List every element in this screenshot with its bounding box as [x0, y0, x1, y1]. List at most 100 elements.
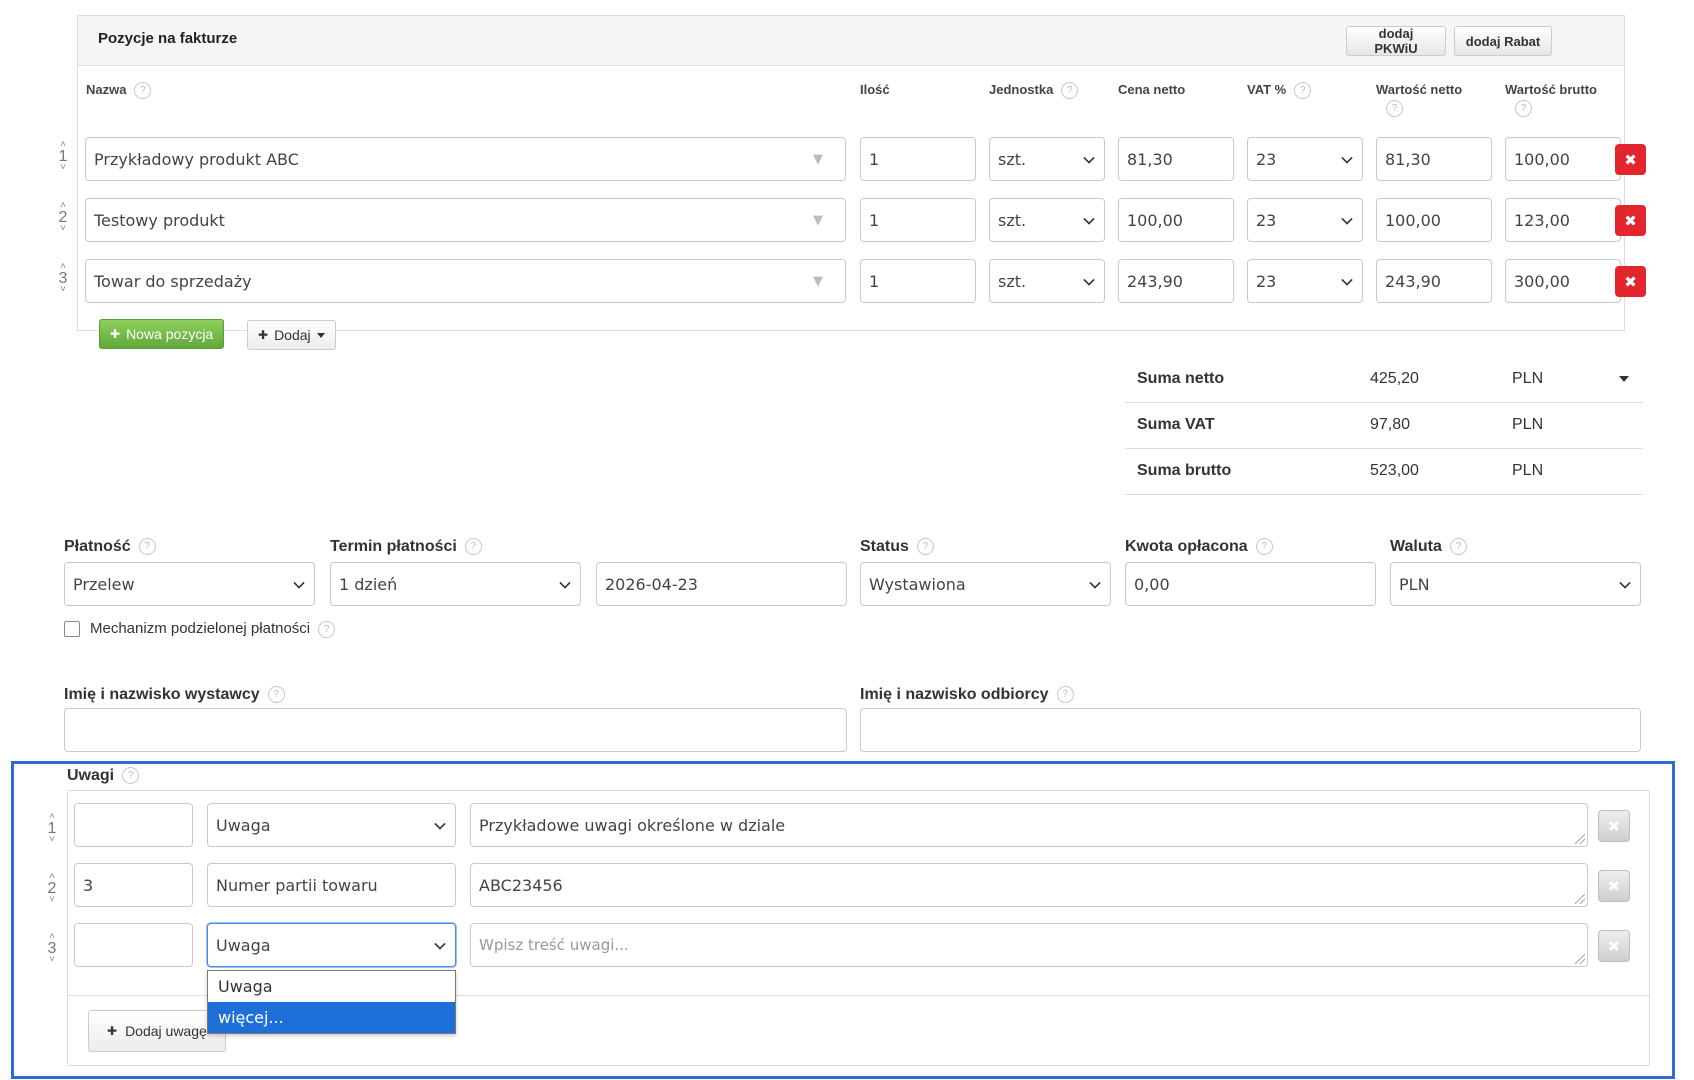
note-type-input[interactable]: Numer partii towaru [207, 863, 456, 907]
help-icon[interactable]: ? [1061, 82, 1079, 100]
totals-row: Suma brutto 523,00 PLN [1125, 449, 1643, 495]
note-code-input[interactable]: 3 [74, 863, 193, 907]
item-unit-select[interactable]: szt. [989, 259, 1105, 303]
add-discount-button[interactable]: dodaj Rabat [1454, 26, 1552, 56]
recipient-label: Imię i nazwisko odbiorcy? [860, 686, 1074, 704]
help-icon[interactable]: ? [1449, 538, 1467, 556]
item-gross-value-input[interactable]: 300,00 [1505, 259, 1621, 303]
arrow-down-icon[interactable]: ˅ [55, 285, 71, 295]
help-icon[interactable]: ? [267, 686, 285, 704]
help-icon[interactable]: ? [916, 538, 934, 556]
item-net-value-input[interactable]: 100,00 [1376, 198, 1492, 242]
note-text-area[interactable]: Przykładowe uwagi określone w dziale [470, 803, 1588, 847]
help-icon[interactable]: ? [318, 620, 336, 638]
row-reorder-control[interactable]: ˄ 2 ˅ [44, 872, 60, 905]
total-value: 523,00 [1370, 462, 1419, 479]
delete-item-button[interactable]: ✖ [1615, 266, 1646, 297]
status-label-text: Status [860, 538, 909, 555]
chevron-down-icon [1083, 274, 1095, 286]
triangle-down-icon[interactable]: ▼ [813, 152, 823, 167]
arrow-down-icon[interactable]: ˅ [55, 163, 71, 173]
item-qty-input[interactable]: 1 [860, 137, 976, 181]
item-name-input[interactable]: Towar do sprzedaży ▼ [85, 259, 846, 303]
help-icon[interactable]: ? [1515, 100, 1532, 117]
item-unit-select[interactable]: szt. [989, 198, 1105, 242]
resize-handle-icon[interactable] [1575, 894, 1585, 904]
arrow-down-icon[interactable]: ˅ [44, 835, 60, 845]
item-vat-select[interactable]: 23 [1247, 137, 1363, 181]
payment-method-select[interactable]: Przelew [64, 562, 315, 606]
delete-item-button[interactable]: ✖ [1615, 205, 1646, 236]
dropdown-option-selected[interactable]: więcej... [208, 1002, 455, 1033]
row-reorder-control[interactable]: ˄ 1 ˅ [55, 140, 71, 173]
arrow-down-icon[interactable]: ˅ [55, 224, 71, 234]
item-gross-value-input[interactable]: 100,00 [1505, 137, 1621, 181]
item-qty-input[interactable]: 1 [860, 198, 976, 242]
split-payment-checkbox[interactable] [64, 621, 80, 637]
resize-handle-icon[interactable] [1575, 954, 1585, 964]
item-net-value-input[interactable]: 243,90 [1376, 259, 1492, 303]
payment-term-select[interactable]: 1 dzień [330, 562, 581, 606]
help-icon[interactable]: ? [134, 82, 152, 100]
delete-note-button[interactable]: ✖ [1598, 930, 1630, 962]
help-icon[interactable]: ? [1386, 100, 1403, 117]
help-icon[interactable]: ? [1056, 686, 1074, 704]
arrow-down-icon[interactable]: ˅ [44, 895, 60, 905]
help-icon[interactable]: ? [138, 538, 156, 556]
add-dropdown-button[interactable]: ✚ Dodaj [247, 320, 336, 350]
note-text-area[interactable]: Wpisz treść uwagi... [470, 923, 1588, 967]
split-payment-label-text: Mechanizm podzielonej płatności [90, 620, 311, 637]
item-vat-select[interactable]: 23 [1247, 259, 1363, 303]
triangle-down-icon[interactable]: ▼ [813, 213, 823, 228]
paid-amount-input[interactable]: 0,00 [1125, 562, 1376, 606]
chevron-down-icon [1619, 577, 1631, 589]
new-item-button[interactable]: ✚ Nowa pozycja [99, 319, 225, 349]
due-date-input[interactable]: 2026-04-23 [596, 562, 847, 606]
item-unit-select[interactable]: szt. [989, 137, 1105, 181]
delete-note-button[interactable]: ✖ [1598, 870, 1630, 902]
add-pkwiu-button[interactable]: dodaj PKWiU [1346, 26, 1446, 56]
caret-down-icon[interactable] [1619, 376, 1629, 382]
item-vat-select[interactable]: 23 [1247, 198, 1363, 242]
help-icon[interactable]: ? [122, 767, 140, 785]
item-unit-value: szt. [998, 149, 1027, 169]
row-reorder-control[interactable]: ˄ 3 ˅ [55, 262, 71, 295]
row-reorder-control[interactable]: ˄ 2 ˅ [55, 201, 71, 234]
status-select[interactable]: Wystawiona [860, 562, 1111, 606]
note-code-input[interactable] [74, 803, 193, 847]
resize-handle-icon[interactable] [1575, 834, 1585, 844]
column-header-net-value: Wartość netto? [1376, 82, 1486, 117]
item-gross-value-input[interactable]: 123,00 [1505, 198, 1621, 242]
help-icon[interactable]: ? [464, 538, 482, 556]
chevron-down-icon [1341, 152, 1353, 164]
dropdown-option[interactable]: Uwaga [208, 971, 455, 1002]
add-note-button[interactable]: ✚ Dodaj uwagę [88, 1010, 226, 1052]
row-reorder-control[interactable]: ˄ 1 ˅ [44, 812, 60, 845]
item-net-price-input[interactable]: 81,30 [1118, 137, 1234, 181]
help-icon[interactable]: ? [1255, 538, 1273, 556]
arrow-down-icon[interactable]: ˅ [44, 955, 60, 965]
note-text-area[interactable]: ABC23456 [470, 863, 1588, 907]
delete-note-button[interactable]: ✖ [1598, 810, 1630, 842]
payment-term-value: 1 dzień [339, 574, 398, 594]
delete-item-button[interactable]: ✖ [1615, 144, 1646, 175]
note-type-select[interactable]: Uwaga [207, 803, 456, 847]
item-net-price-input[interactable]: 243,90 [1118, 259, 1234, 303]
item-qty-input[interactable]: 1 [860, 259, 976, 303]
help-icon[interactable]: ? [1294, 82, 1312, 100]
currency-select[interactable]: PLN [1390, 562, 1641, 606]
item-name-input[interactable]: Przykładowy produkt ABC ▼ [85, 137, 846, 181]
triangle-down-icon[interactable]: ▼ [813, 274, 823, 289]
note-code-input[interactable] [74, 923, 193, 967]
note-type-select[interactable]: Uwaga [207, 923, 456, 967]
total-currency: PLN [1512, 370, 1544, 387]
issuer-name-input[interactable] [64, 708, 847, 752]
item-net-value-input[interactable]: 81,30 [1376, 137, 1492, 181]
recipient-name-input[interactable] [860, 708, 1641, 752]
row-reorder-control[interactable]: ˄ 3 ˅ [44, 932, 60, 965]
column-header-vat-label: VAT % [1247, 82, 1287, 97]
item-net-price-input[interactable]: 100,00 [1118, 198, 1234, 242]
column-header-name: Nazwa? [86, 82, 152, 100]
item-name-input[interactable]: Testowy produkt ▼ [85, 198, 846, 242]
total-value: 97,80 [1370, 416, 1411, 433]
